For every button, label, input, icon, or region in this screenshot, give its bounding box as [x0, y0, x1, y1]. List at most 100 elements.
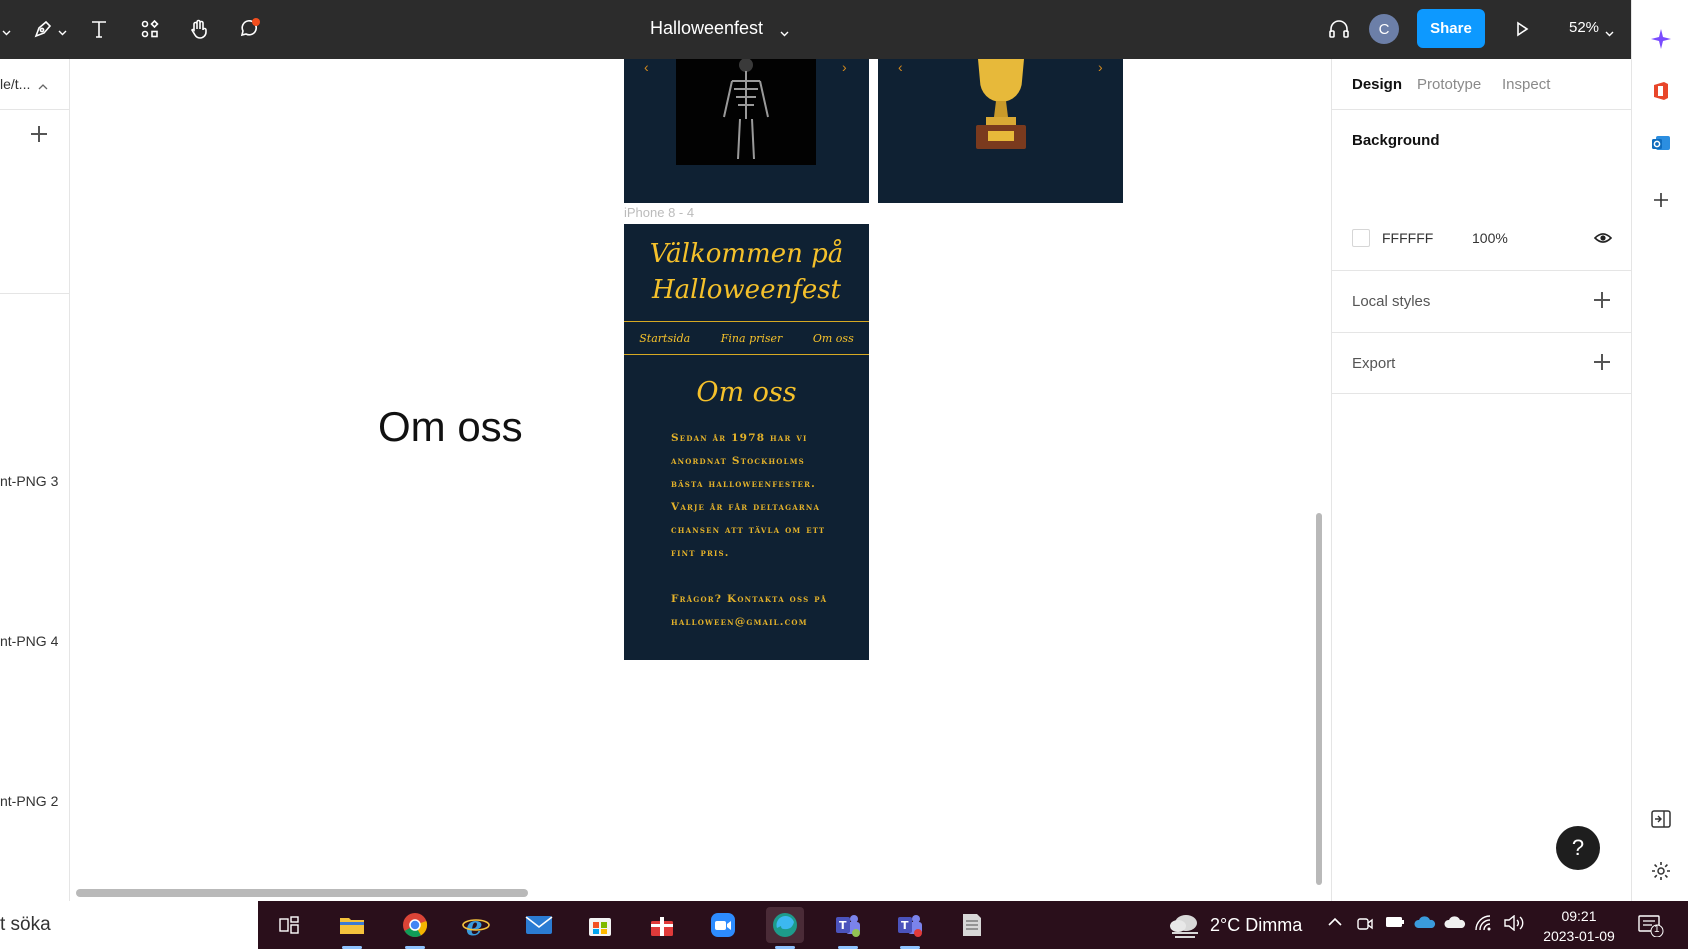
mockup-body: Sedan år 1978 har vi anordnat Stockholms… — [671, 427, 841, 565]
background-hex-input[interactable]: FFFFFF — [1382, 230, 1433, 246]
battery-icon[interactable] — [1385, 915, 1405, 934]
properties-panel: Design Prototype Inspect Background FFFF… — [1331, 59, 1632, 901]
divider — [0, 293, 70, 294]
components-tool-icon[interactable] — [135, 14, 165, 44]
gift-app-icon[interactable] — [643, 907, 681, 943]
chevron-left-icon[interactable]: ‹ — [644, 59, 649, 75]
chevron-down-icon[interactable] — [780, 25, 789, 37]
vertical-scrollbar[interactable] — [1316, 513, 1322, 885]
weather-cloud-icon[interactable] — [1168, 911, 1202, 944]
meet-now-icon[interactable] — [1356, 915, 1374, 938]
layer-item[interactable]: nt-PNG 3 — [0, 473, 58, 489]
pen-tool-icon[interactable] — [28, 14, 58, 44]
layer-item[interactable]: nt-PNG 2 — [0, 793, 58, 809]
mockup-body-line: anordnat Stockholms — [671, 455, 805, 467]
share-button[interactable]: Share — [1417, 9, 1485, 48]
text-tool-icon[interactable] — [84, 14, 114, 44]
add-export-icon[interactable] — [1594, 354, 1610, 370]
tab-inspect[interactable]: Inspect — [1502, 76, 1550, 93]
volume-icon[interactable] — [1503, 914, 1525, 936]
file-explorer-icon[interactable] — [333, 907, 371, 943]
mockup-body-line: bästa halloweenfester. — [671, 478, 817, 490]
document-title[interactable]: Halloweenfest — [650, 18, 763, 39]
copilot-sparkle-icon[interactable] — [1650, 28, 1672, 50]
settings-gear-icon[interactable] — [1650, 860, 1672, 882]
onedrive-icon[interactable] — [1414, 915, 1436, 934]
top-toolbar: Halloweenfest C Share 52% — [0, 0, 1631, 59]
svg-text:T: T — [901, 919, 909, 932]
tab-prototype[interactable]: Prototype — [1417, 76, 1481, 93]
mockup-title-line1: Välkommen på — [649, 239, 844, 269]
chevron-down-icon[interactable] — [2, 24, 11, 36]
teams-classic-icon[interactable]: T — [829, 907, 867, 943]
eye-visibility-icon[interactable] — [1593, 231, 1613, 250]
windows-taskbar: t söka e T T 2°C Dimma 09:21 2023-01-09 … — [0, 901, 1688, 949]
frame-label[interactable]: iPhone 8 - 4 — [624, 205, 694, 220]
mockup-contact-line: Frågor? Kontakta oss på — [671, 593, 828, 605]
weather-text[interactable]: 2°C Dimma — [1210, 915, 1302, 936]
mockup-nav-item: Fina priser — [720, 331, 783, 345]
chevron-up-icon[interactable] — [1327, 915, 1343, 933]
page-breadcrumb[interactable]: le/t... — [0, 76, 30, 92]
add-style-icon[interactable] — [1594, 292, 1610, 308]
background-opacity-input[interactable]: 100% — [1472, 230, 1508, 246]
edge-browser-icon[interactable] — [766, 907, 804, 943]
comment-tool-icon[interactable] — [234, 14, 264, 44]
chevron-right-icon[interactable]: › — [1098, 59, 1103, 75]
mockup-body-line: fint pris. — [671, 547, 730, 559]
chevron-down-icon[interactable] — [1605, 25, 1614, 37]
horizontal-scrollbar[interactable] — [76, 889, 528, 897]
frame-trophy[interactable]: ‹ › — [878, 59, 1123, 203]
sidebar-toggle-icon[interactable] — [1650, 808, 1672, 830]
tab-design[interactable]: Design — [1352, 76, 1402, 93]
mockup-nav: Startsida Fina priser Om oss — [624, 321, 869, 355]
mockup-body-line: Varje år får deltagarna — [671, 501, 821, 513]
frame-iphone-om-oss[interactable]: Välkommen på Halloweenfest Startsida Fin… — [624, 224, 869, 660]
background-title: Background — [1352, 132, 1440, 149]
design-canvas[interactable]: ‹ › ‹ › iPhone 8 - 4 Välkommen på Hallow… — [70, 59, 1331, 901]
taskbar-search[interactable]: t söka — [0, 901, 258, 949]
onedrive-personal-icon[interactable] — [1444, 915, 1466, 934]
add-icon[interactable] — [1650, 189, 1672, 211]
wifi-icon[interactable] — [1474, 915, 1494, 936]
export-section: Export — [1332, 333, 1632, 394]
system-clock[interactable]: 09:21 2023-01-09 — [1539, 906, 1619, 946]
clock-time: 09:21 — [1561, 908, 1597, 924]
mockup-nav-item: Om oss — [812, 331, 854, 345]
office-icon[interactable] — [1650, 80, 1672, 102]
task-view-icon[interactable] — [270, 907, 308, 943]
chevron-right-icon[interactable]: › — [842, 59, 847, 75]
layer-item[interactable]: nt-PNG 4 — [0, 633, 58, 649]
notifications-icon[interactable]: 1 — [1638, 915, 1664, 942]
chevron-up-icon[interactable] — [38, 79, 48, 97]
add-page-icon[interactable] — [31, 126, 47, 142]
chrome-icon[interactable] — [396, 907, 434, 943]
trophy-image — [966, 59, 1036, 156]
mockup-body-line: Sedan år 1978 har vi — [671, 432, 808, 444]
chevron-left-icon[interactable]: ‹ — [898, 59, 903, 75]
chevron-down-icon[interactable] — [58, 24, 67, 36]
zoom-level[interactable]: 52% — [1569, 19, 1599, 36]
export-title: Export — [1352, 355, 1396, 372]
mail-icon[interactable] — [520, 907, 558, 943]
help-button[interactable]: ? — [1556, 826, 1600, 870]
canvas-text-om-oss[interactable]: Om oss — [378, 403, 523, 451]
teams-icon[interactable]: T — [891, 907, 929, 943]
mockup-heading: Om oss — [696, 377, 797, 408]
outlook-icon[interactable] — [1650, 132, 1672, 154]
panel-tabs: Design Prototype Inspect — [1332, 59, 1632, 110]
background-color-swatch[interactable] — [1352, 229, 1370, 247]
internet-explorer-icon[interactable]: e — [457, 907, 495, 943]
background-section: Background — [1332, 110, 1632, 271]
notepad-icon[interactable] — [953, 907, 991, 943]
headphones-icon[interactable] — [1324, 14, 1354, 44]
microsoft-store-icon[interactable] — [581, 907, 619, 943]
mockup-contact: Frågor? Kontakta oss på halloween@gmail.… — [671, 588, 841, 634]
frame-skeleton[interactable]: ‹ › — [624, 59, 869, 203]
hand-tool-icon[interactable] — [184, 14, 214, 44]
present-play-icon[interactable] — [1508, 14, 1536, 44]
zoom-app-icon[interactable] — [704, 907, 742, 943]
mockup-title-line2: Halloweenfest — [651, 275, 842, 305]
user-avatar[interactable]: C — [1369, 14, 1399, 44]
divider — [0, 109, 70, 110]
